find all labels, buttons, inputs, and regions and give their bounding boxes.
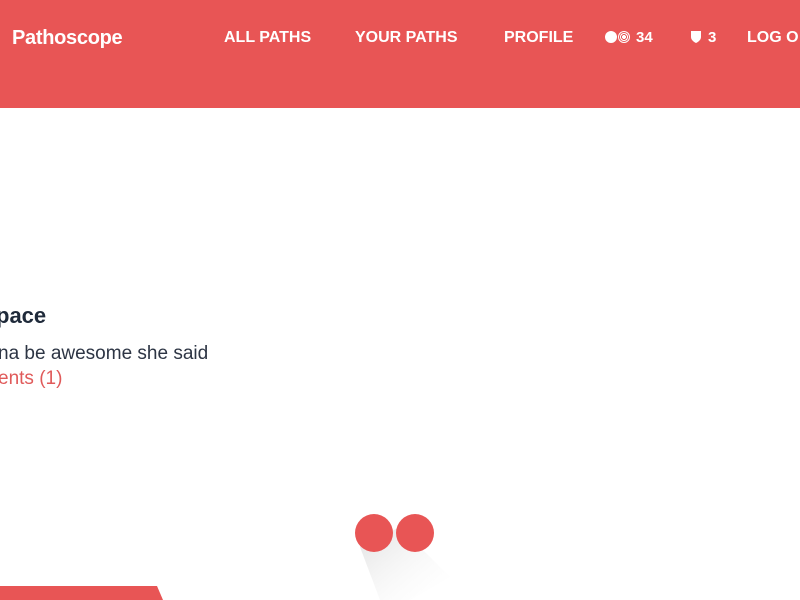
- post-body: na be awesome she said: [0, 343, 209, 364]
- nav-logout[interactable]: LOG O: [747, 28, 799, 48]
- pathoscope-dots-logo-icon: [355, 514, 450, 600]
- page: Pathoscope ALL PATHS YOUR PATHS PROFILE …: [0, 0, 800, 600]
- nav-your-paths[interactable]: YOUR PATHS: [355, 28, 458, 48]
- post-title[interactable]: pace: [0, 302, 46, 330]
- dots-count: 34: [636, 29, 653, 46]
- top-navbar: Pathoscope ALL PATHS YOUR PATHS PROFILE …: [0, 0, 800, 108]
- dot-solid-icon: [605, 31, 617, 43]
- nav-all-paths[interactable]: ALL PATHS: [224, 28, 311, 48]
- brand-logo-text[interactable]: Pathoscope: [12, 26, 123, 50]
- dots-stat[interactable]: 34: [605, 28, 653, 48]
- shield-icon: [691, 31, 701, 43]
- badge-stat[interactable]: 3: [690, 28, 716, 48]
- post-comments-link[interactable]: ents (1): [0, 368, 62, 390]
- dot-ring-icon: [618, 31, 630, 43]
- badge-count: 3: [708, 29, 717, 46]
- nav-profile[interactable]: PROFILE: [504, 28, 573, 48]
- bottom-tab[interactable]: [0, 586, 170, 600]
